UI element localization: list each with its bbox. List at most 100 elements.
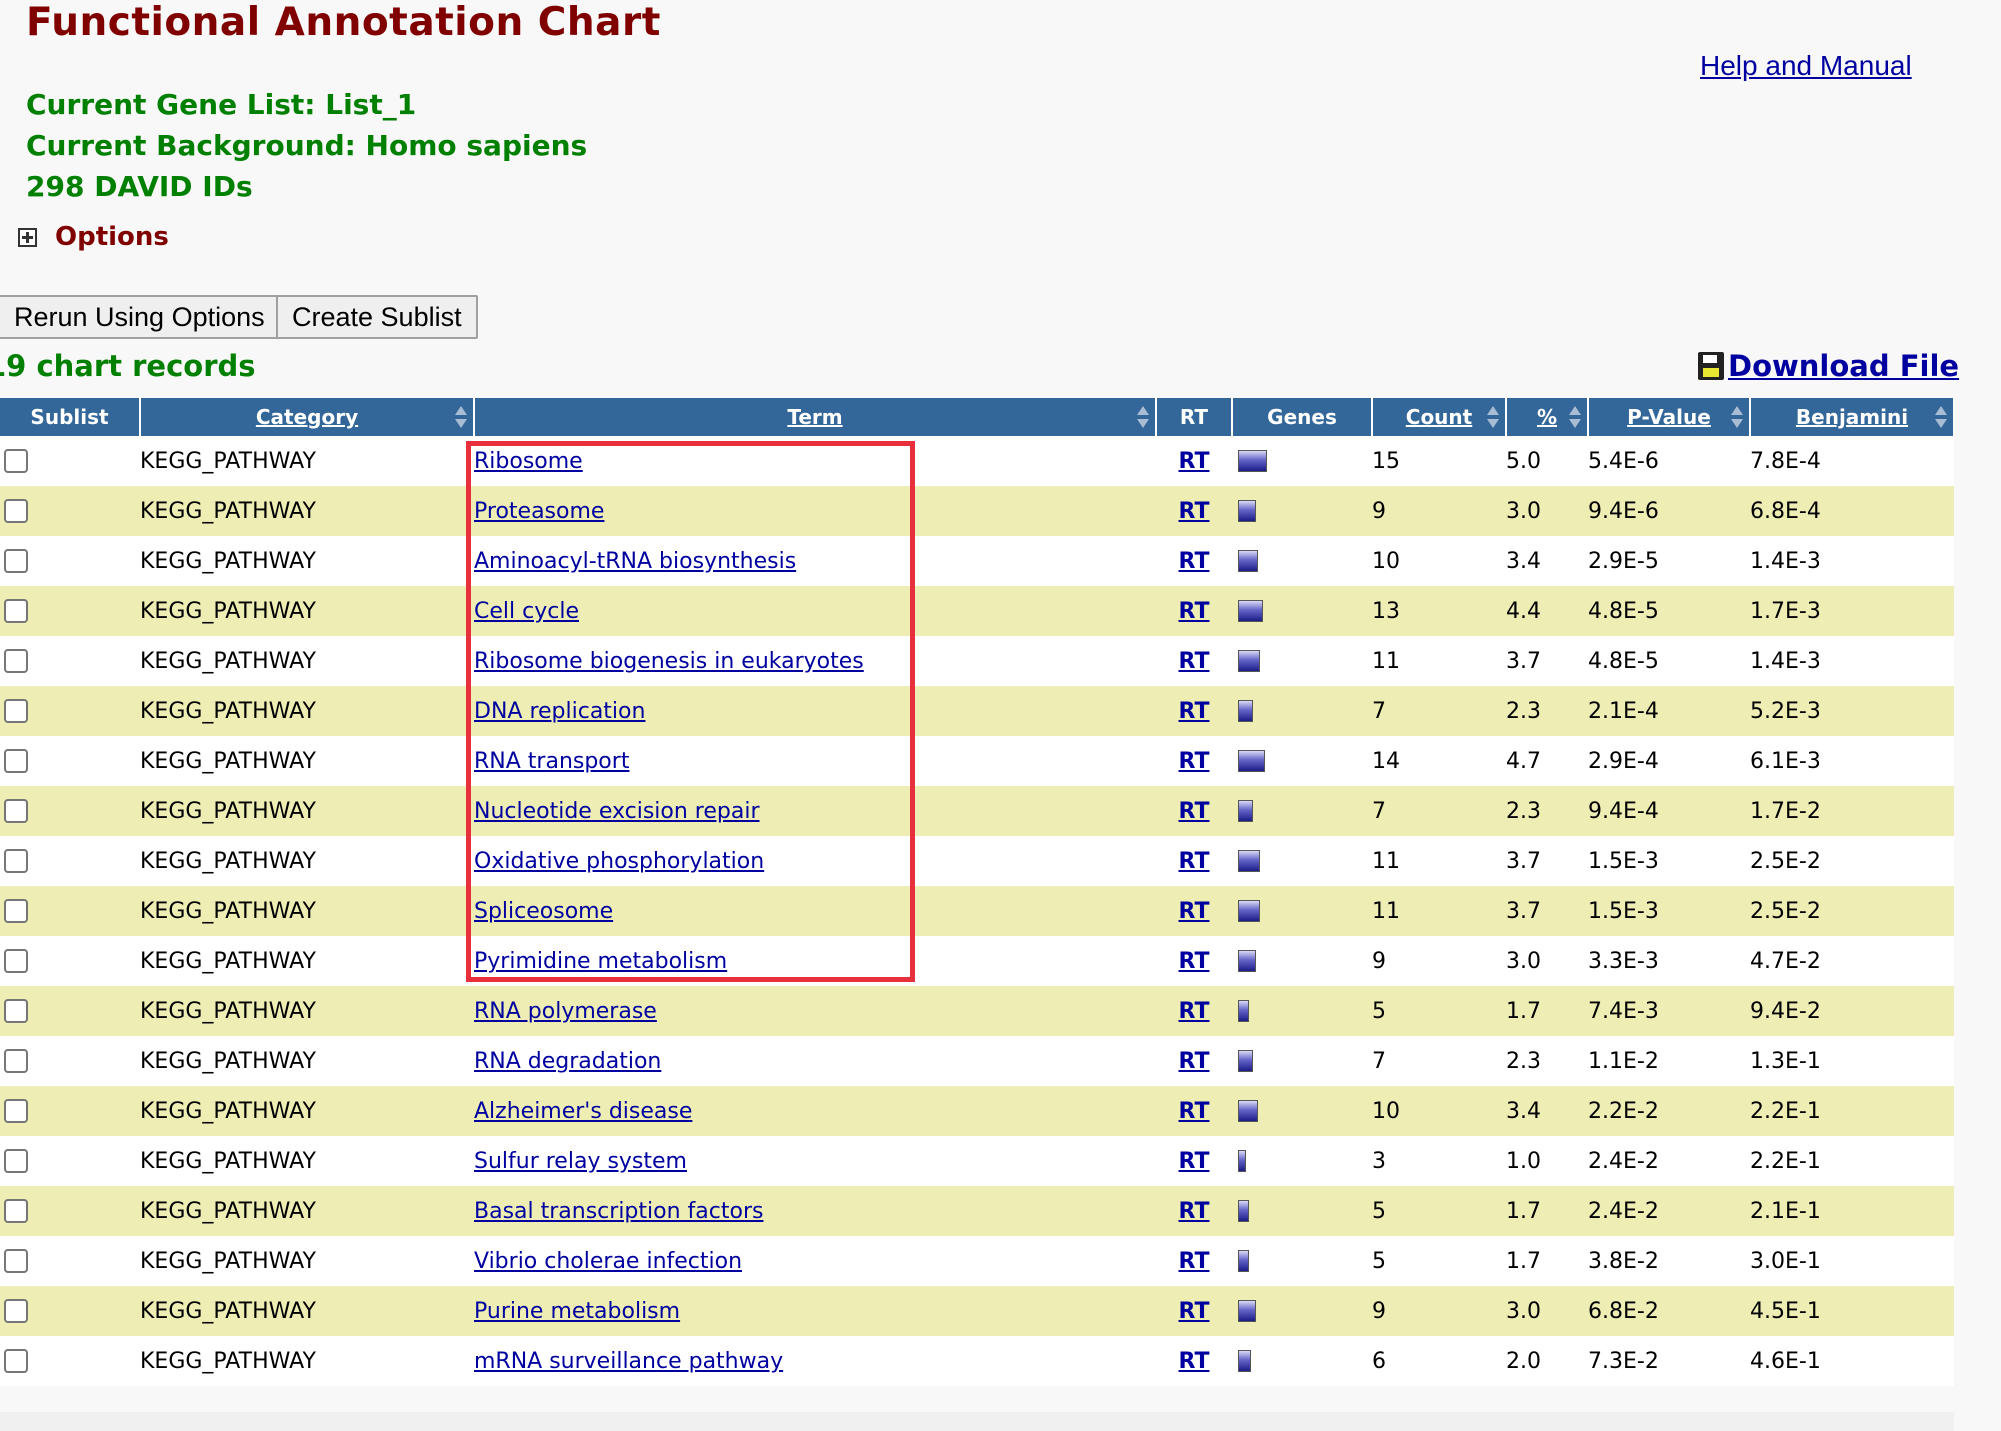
gene-bar-icon[interactable] bbox=[1238, 1300, 1256, 1322]
rt-link[interactable]: RT bbox=[1179, 799, 1210, 824]
gene-bar-icon[interactable] bbox=[1238, 500, 1256, 522]
gene-bar-icon[interactable] bbox=[1238, 900, 1260, 922]
row-checkbox[interactable] bbox=[4, 449, 28, 473]
row-checkbox[interactable] bbox=[4, 499, 28, 523]
download-file-link[interactable]: Download File bbox=[1698, 349, 1959, 383]
header-category-label[interactable]: Category bbox=[256, 405, 358, 429]
header-count[interactable]: Count bbox=[1372, 398, 1507, 436]
rt-link[interactable]: RT bbox=[1179, 549, 1210, 574]
rt-link[interactable]: RT bbox=[1179, 1099, 1210, 1124]
row-checkbox[interactable] bbox=[4, 849, 28, 873]
sort-arrows-icon[interactable] bbox=[1731, 406, 1743, 428]
download-file-label[interactable]: Download File bbox=[1728, 349, 1959, 383]
term-link[interactable]: Pyrimidine metabolism bbox=[474, 949, 727, 974]
row-checkbox[interactable] bbox=[4, 649, 28, 673]
term-link[interactable]: DNA replication bbox=[474, 699, 645, 724]
term-link[interactable]: Alzheimer's disease bbox=[474, 1099, 692, 1124]
sort-arrows-icon[interactable] bbox=[1935, 406, 1947, 428]
create-sublist-button[interactable]: Create Sublist bbox=[276, 295, 478, 339]
row-checkbox[interactable] bbox=[4, 1349, 28, 1373]
plus-box-icon[interactable] bbox=[18, 227, 37, 247]
term-link[interactable]: RNA polymerase bbox=[474, 999, 657, 1024]
row-checkbox[interactable] bbox=[4, 949, 28, 973]
term-link[interactable]: Ribosome bbox=[474, 449, 583, 474]
rt-link[interactable]: RT bbox=[1179, 949, 1210, 974]
sort-arrows-icon[interactable] bbox=[1137, 406, 1149, 428]
rt-link[interactable]: RT bbox=[1179, 999, 1210, 1024]
rt-link[interactable]: RT bbox=[1179, 499, 1210, 524]
header-term-label[interactable]: Term bbox=[787, 405, 842, 429]
header-pvalue[interactable]: P-Value bbox=[1588, 398, 1751, 436]
rt-link[interactable]: RT bbox=[1179, 599, 1210, 624]
rt-link[interactable]: RT bbox=[1179, 849, 1210, 874]
gene-bar-icon[interactable] bbox=[1238, 1050, 1253, 1072]
header-benjamini-label[interactable]: Benjamini bbox=[1796, 405, 1908, 429]
term-link[interactable]: Nucleotide excision repair bbox=[474, 799, 760, 824]
term-link[interactable]: Ribosome biogenesis in eukaryotes bbox=[474, 649, 864, 674]
gene-bar-icon[interactable] bbox=[1238, 450, 1267, 472]
gene-bar-icon[interactable] bbox=[1238, 1150, 1246, 1172]
term-link[interactable]: Proteasome bbox=[474, 499, 604, 524]
gene-bar-icon[interactable] bbox=[1238, 650, 1260, 672]
gene-bar-icon[interactable] bbox=[1238, 1350, 1251, 1372]
row-checkbox[interactable] bbox=[4, 1249, 28, 1273]
gene-bar-icon[interactable] bbox=[1238, 1100, 1258, 1122]
header-percent[interactable]: % bbox=[1506, 398, 1589, 436]
row-checkbox[interactable] bbox=[4, 1099, 28, 1123]
term-link[interactable]: mRNA surveillance pathway bbox=[474, 1349, 783, 1374]
gene-bar-icon[interactable] bbox=[1238, 700, 1253, 722]
header-pvalue-label[interactable]: P-Value bbox=[1627, 405, 1711, 429]
gene-bar-icon[interactable] bbox=[1238, 750, 1265, 772]
term-link[interactable]: Cell cycle bbox=[474, 599, 579, 624]
row-checkbox[interactable] bbox=[4, 799, 28, 823]
term-link[interactable]: Oxidative phosphorylation bbox=[474, 849, 764, 874]
row-checkbox[interactable] bbox=[4, 1049, 28, 1073]
term-link[interactable]: Vibrio cholerae infection bbox=[474, 1249, 742, 1274]
rt-link[interactable]: RT bbox=[1179, 749, 1210, 774]
rt-link[interactable]: RT bbox=[1179, 449, 1210, 474]
rt-link[interactable]: RT bbox=[1179, 1149, 1210, 1174]
gene-bar-icon[interactable] bbox=[1238, 950, 1256, 972]
gene-bar-icon[interactable] bbox=[1238, 1250, 1249, 1272]
rt-link[interactable]: RT bbox=[1179, 649, 1210, 674]
term-link[interactable]: Purine metabolism bbox=[474, 1299, 680, 1324]
gene-bar-icon[interactable] bbox=[1238, 550, 1258, 572]
row-checkbox[interactable] bbox=[4, 999, 28, 1023]
rt-link[interactable]: RT bbox=[1179, 899, 1210, 924]
term-link[interactable]: Sulfur relay system bbox=[474, 1149, 687, 1174]
sort-arrows-icon[interactable] bbox=[1487, 406, 1499, 428]
rt-link[interactable]: RT bbox=[1179, 1199, 1210, 1224]
options-label[interactable]: Options bbox=[55, 222, 169, 252]
row-checkbox[interactable] bbox=[4, 1149, 28, 1173]
gene-bar-icon[interactable] bbox=[1238, 850, 1260, 872]
rt-link[interactable]: RT bbox=[1179, 1349, 1210, 1374]
gene-bar-icon[interactable] bbox=[1238, 600, 1263, 622]
term-link[interactable]: RNA transport bbox=[474, 749, 629, 774]
row-checkbox[interactable] bbox=[4, 699, 28, 723]
row-checkbox[interactable] bbox=[4, 899, 28, 923]
sort-arrows-icon[interactable] bbox=[455, 406, 467, 428]
term-link[interactable]: RNA degradation bbox=[474, 1049, 661, 1074]
rt-link[interactable]: RT bbox=[1179, 1249, 1210, 1274]
rerun-options-button[interactable]: Rerun Using Options bbox=[0, 295, 281, 339]
header-count-label[interactable]: Count bbox=[1406, 405, 1472, 429]
header-term[interactable]: Term bbox=[474, 398, 1157, 436]
term-link[interactable]: Aminoacyl-tRNA biosynthesis bbox=[474, 549, 796, 574]
sort-arrows-icon[interactable] bbox=[1569, 406, 1581, 428]
gene-bar-icon[interactable] bbox=[1238, 1000, 1249, 1022]
header-benjamini[interactable]: Benjamini bbox=[1750, 398, 1955, 436]
row-checkbox[interactable] bbox=[4, 599, 28, 623]
options-toggle[interactable]: Options bbox=[18, 222, 169, 252]
row-checkbox[interactable] bbox=[4, 549, 28, 573]
term-link[interactable]: Basal transcription factors bbox=[474, 1199, 763, 1224]
gene-bar-icon[interactable] bbox=[1238, 1200, 1249, 1222]
term-link[interactable]: Spliceosome bbox=[474, 899, 613, 924]
header-percent-label[interactable]: % bbox=[1537, 405, 1557, 429]
rt-link[interactable]: RT bbox=[1179, 1049, 1210, 1074]
row-checkbox[interactable] bbox=[4, 1199, 28, 1223]
help-manual-link[interactable]: Help and Manual bbox=[1700, 50, 1912, 82]
gene-bar-icon[interactable] bbox=[1238, 800, 1253, 822]
row-checkbox[interactable] bbox=[4, 1299, 28, 1323]
header-category[interactable]: Category bbox=[140, 398, 475, 436]
row-checkbox[interactable] bbox=[4, 749, 28, 773]
